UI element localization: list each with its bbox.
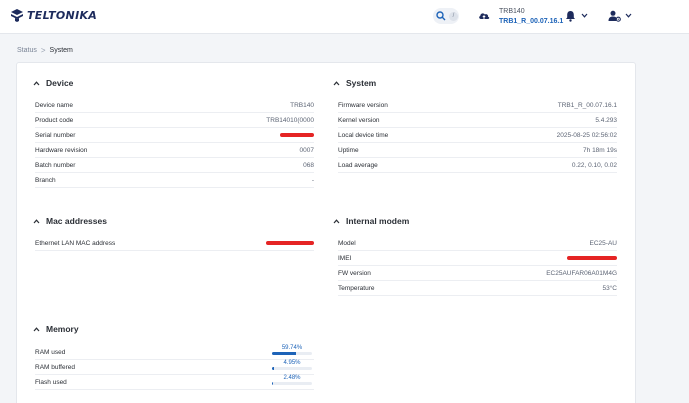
system-row-load-average: Load average 0.22, 0.10, 0.02 [338,158,617,173]
flash-used-percent: 2.48% [283,375,301,381]
system-row-uptime: Uptime 7h 18m 19s [338,143,617,158]
row-label: Load average [338,161,378,169]
flash-used-fill [272,382,274,385]
modem-row-imei: IMEI [338,251,617,266]
ram-buffered-fill [272,367,274,370]
row-value: EC25AUFAR06A01M4G [546,269,617,277]
modem-row-temperature: Temperature 53°C [338,281,617,296]
breadcrumb: Status > System [17,46,73,55]
system-row-firmware-version: Firmware version TRB1_R_00.07.16.1 [338,98,617,113]
internal-modem-section-title: Internal modem [346,216,410,226]
row-value: 5.4.293 [595,116,617,124]
user-settings-icon[interactable] [608,10,621,22]
search-shortcut-hint: / [449,11,458,21]
device-row-branch: Branch - [35,173,314,188]
ram-used-percent: 59.74% [281,345,303,351]
bell-icon[interactable] [565,10,576,22]
mac-addresses-section-header[interactable]: Mac addresses [33,216,107,226]
device-info: TRB140 TRB1_R_00.07.16.1 [499,7,563,27]
device-section-title: Device [46,78,74,88]
mac-addresses-section-title: Mac addresses [46,216,107,226]
row-label: Flash used [35,378,67,386]
row-value: TRB14010(0000 [266,116,314,124]
breadcrumb-separator: > [40,46,46,55]
top-bar: TELTONIKA / TRB140 TRB1_R_00.07.16.1 [0,0,689,34]
redacted-imei [567,256,617,260]
row-label: IMEI [338,254,352,262]
row-label: Uptime [338,146,359,154]
chevron-up-icon [333,80,340,85]
header-firmware-link[interactable]: TRB1_R_00.07.16.1 [499,17,563,27]
ram-used-fill [272,352,296,355]
device-row-hardware-revision: Hardware revision 0007 [35,143,314,158]
teltonika-logo[interactable]: TELTONIKA [10,8,97,22]
mac-row-ethernet-lan: Ethernet LAN MAC address [35,236,314,251]
row-label: Product code [35,116,74,124]
row-label: RAM used [35,348,66,356]
row-value: - [311,176,314,184]
row-label: FW version [338,269,371,277]
system-section-title: System [346,78,377,88]
chevron-up-icon [333,218,340,223]
row-value: 0007 [299,146,314,154]
system-row-local-device-time: Local device time 2025-08-25 02:56:02 [338,128,617,143]
breadcrumb-status-link[interactable]: Status [17,47,37,54]
ram-buffered-percent: 4.95% [283,360,301,366]
teltonika-logo-icon [11,9,23,22]
row-value: TRB140 [290,101,314,109]
chevron-up-icon [33,80,40,85]
flash-used-track [272,382,312,385]
user-menu-chevron-down-icon[interactable] [625,13,632,18]
cloud-upload-icon[interactable] [478,10,490,22]
breadcrumb-current: System [49,47,73,54]
memory-section-title: Memory [46,324,79,334]
row-label: Device name [35,101,73,109]
device-row-serial-number: Serial number [35,128,314,143]
ram-buffered-meter: 4.95% [272,360,312,370]
row-label: Branch [35,176,56,184]
device-row-device-name: Device name TRB140 [35,98,314,113]
chevron-up-icon [33,218,40,223]
row-label: Ethernet LAN MAC address [35,239,116,247]
search-button[interactable]: / [433,8,459,24]
header-device-name: TRB140 [499,8,525,15]
row-label: Model [338,239,356,247]
system-row-kernel-version: Kernel version 5.4.293 [338,113,617,128]
system-status-card: Device Device name TRB140 Product code T… [16,62,636,403]
device-section-header[interactable]: Device [33,78,73,88]
row-value: 2025-08-25 02:56:02 [556,131,617,139]
row-label: Firmware version [338,101,388,109]
internal-modem-section-header[interactable]: Internal modem [333,216,409,226]
row-label: Local device time [338,131,389,139]
search-icon [436,11,446,21]
ram-buffered-track [272,367,312,370]
notifications-chevron-down-icon[interactable] [581,13,588,18]
device-row-batch-number: Batch number 068 [35,158,314,173]
row-label: RAM buffered [35,363,75,371]
chevron-up-icon [33,326,40,331]
row-value: 0.22, 0.10, 0.02 [571,161,617,169]
row-label: Temperature [338,284,375,292]
ram-used-track [272,352,312,355]
ram-used-meter: 59.74% [272,345,312,355]
row-label: Hardware revision [35,146,88,154]
redacted-serial-number [280,133,314,137]
flash-used-meter: 2.48% [272,375,312,385]
row-label: Serial number [35,131,76,139]
row-value: 53°C [602,284,617,292]
row-value: 068 [303,161,314,169]
brand-name: TELTONIKA [27,8,98,22]
row-value: EC25-AU [589,239,617,247]
row-label: Batch number [35,161,76,169]
row-value: TRB1_R_00.07.16.1 [557,101,617,109]
memory-section-header[interactable]: Memory [33,324,79,334]
modem-row-model: Model EC25-AU [338,236,617,251]
row-label: Kernel version [338,116,380,124]
row-value: 7h 18m 19s [583,146,617,154]
device-row-product-code: Product code TRB14010(0000 [35,113,314,128]
system-section-header[interactable]: System [333,78,376,88]
redacted-mac-address [266,241,314,245]
modem-row-fw-version: FW version EC25AUFAR06A01M4G [338,266,617,281]
